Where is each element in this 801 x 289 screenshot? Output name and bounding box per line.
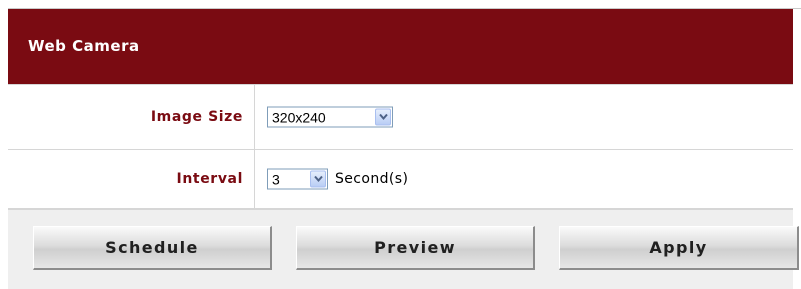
preview-button[interactable]: Preview xyxy=(296,226,535,270)
section-header: Web Camera xyxy=(8,9,793,84)
apply-button[interactable]: Apply xyxy=(559,226,799,270)
image-size-value: 320x240 xyxy=(272,109,326,126)
interval-label: Interval xyxy=(176,171,243,187)
chevron-down-icon[interactable] xyxy=(310,170,326,188)
image-size-label-cell: Image Size xyxy=(8,85,255,149)
image-size-select[interactable]: 320x240 xyxy=(267,106,393,128)
interval-unit: Second(s) xyxy=(335,171,409,187)
section-title: Web Camera xyxy=(28,37,140,55)
image-size-label: Image Size xyxy=(150,109,243,125)
schedule-button[interactable]: Schedule xyxy=(33,226,272,270)
interval-label-cell: Interval xyxy=(8,150,255,208)
interval-select[interactable]: 3 xyxy=(267,168,328,190)
interval-row: Interval 3 Second(s) xyxy=(8,150,793,209)
image-size-row: Image Size 320x240 xyxy=(8,84,793,150)
button-bar: Schedule Preview Apply xyxy=(8,209,799,289)
interval-value: 3 xyxy=(272,171,280,188)
chevron-down-icon[interactable] xyxy=(375,108,391,126)
